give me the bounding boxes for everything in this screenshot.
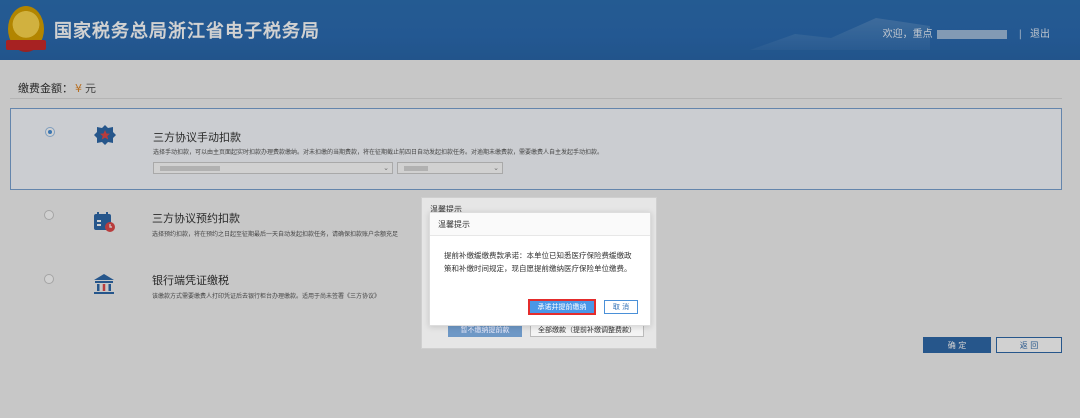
dialog-header: 温馨提示	[430, 213, 650, 236]
cancel-button[interactable]: 取 消	[604, 300, 638, 314]
commit-and-prepay-button[interactable]: 承诺并提前缴纳	[528, 299, 596, 315]
commitment-dialog: 温馨提示 提前补缴缓缴费款承诺：本单位已知悉医疗保险费缓缴政策和补缴时间规定，现…	[429, 212, 651, 326]
dialog-message: 提前补缴缓缴费款承诺：本单位已知悉医疗保险费缓缴政策和补缴时间规定，现自愿提前缴…	[444, 251, 632, 273]
dialog-title: 温馨提示	[438, 220, 470, 229]
